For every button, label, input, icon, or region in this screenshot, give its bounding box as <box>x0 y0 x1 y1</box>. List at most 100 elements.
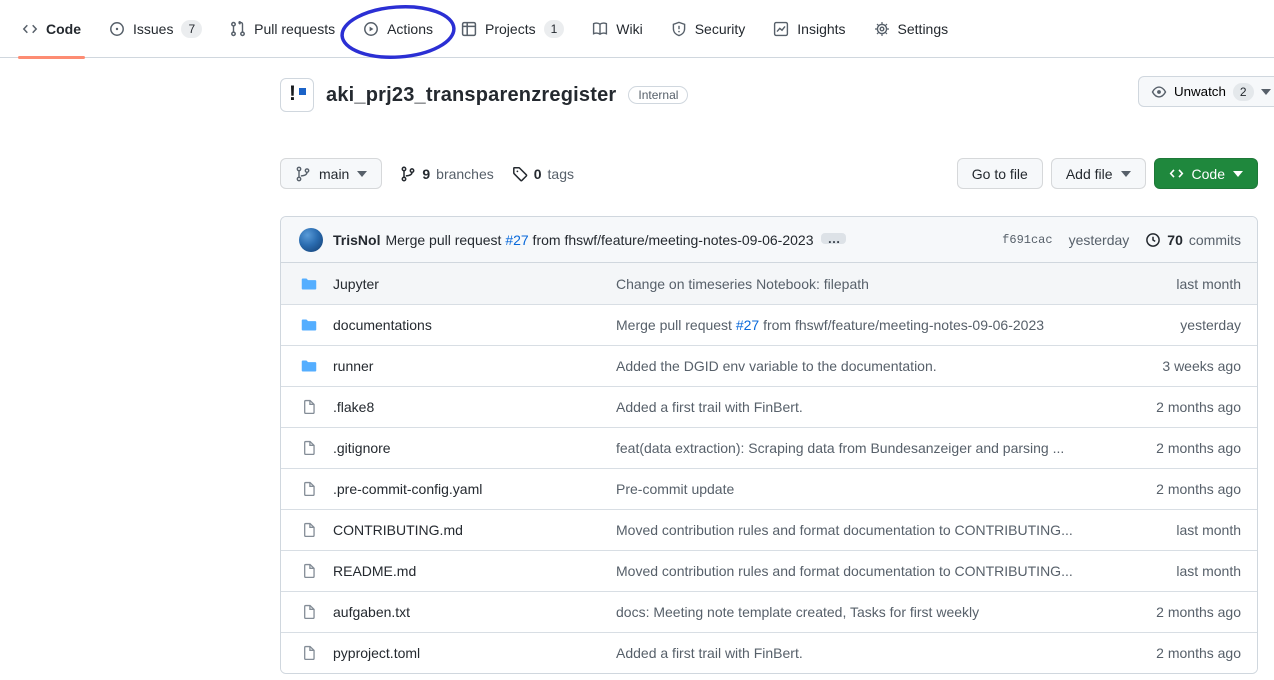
commits-label: commits <box>1189 232 1241 248</box>
chevron-down-icon <box>1261 89 1271 95</box>
file-list-box: TrisNol Merge pull request #27 from fhswf… <box>280 216 1258 674</box>
file-name-link[interactable]: documentations <box>333 317 432 333</box>
file-row: aufgaben.txt docs: Meeting note template… <box>281 591 1257 632</box>
tab-insights[interactable]: Insights <box>763 0 855 57</box>
pr-link[interactable]: #27 <box>505 232 528 248</box>
file-name-link[interactable]: Jupyter <box>333 276 379 292</box>
file-icon <box>301 563 317 579</box>
tab-security[interactable]: Security <box>661 0 756 57</box>
tab-label: Settings <box>898 21 949 37</box>
file-name-link[interactable]: pyproject.toml <box>333 645 420 661</box>
tab-wiki[interactable]: Wiki <box>582 0 652 57</box>
tab-pull-requests[interactable]: Pull requests <box>220 0 345 57</box>
folder-icon <box>301 317 317 333</box>
pr-link[interactable]: #27 <box>736 317 759 333</box>
tab-settings[interactable]: Settings <box>864 0 959 57</box>
file-name-link[interactable]: .gitignore <box>333 440 391 456</box>
file-commit-message[interactable]: Moved contribution rules and format docu… <box>616 522 1091 538</box>
commit-history-link[interactable]: 70 commits <box>1145 232 1241 248</box>
file-icon <box>301 645 317 661</box>
tab-label: Actions <box>387 21 433 37</box>
tags-count: 0 <box>534 166 542 182</box>
file-commit-message[interactable]: Moved contribution rules and format docu… <box>616 563 1091 579</box>
add-file-button[interactable]: Add file <box>1051 158 1146 189</box>
file-commit-message[interactable]: Added a first trail with FinBert. <box>616 645 1091 661</box>
file-icon <box>301 481 317 497</box>
folder-icon <box>301 358 317 374</box>
file-commit-age[interactable]: last month <box>1091 276 1241 292</box>
latest-commit-message: TrisNol Merge pull request #27 from fhswf… <box>333 232 846 248</box>
file-commit-age[interactable]: 3 weeks ago <box>1091 358 1241 374</box>
branches-count: 9 <box>422 166 430 182</box>
commit-description-toggle[interactable]: … <box>821 233 846 244</box>
file-commit-age[interactable]: last month <box>1091 563 1241 579</box>
file-commit-age[interactable]: last month <box>1091 522 1241 538</box>
gear-icon <box>874 21 890 37</box>
history-icon <box>1145 232 1161 248</box>
chevron-down-icon <box>1233 171 1243 177</box>
table-icon <box>461 21 477 37</box>
file-commit-message[interactable]: Pre-commit update <box>616 481 1091 497</box>
file-commit-age[interactable]: 2 months ago <box>1091 399 1241 415</box>
shield-icon <box>671 21 687 37</box>
tab-projects[interactable]: Projects 1 <box>451 0 574 57</box>
tags-link[interactable]: 0 tags <box>512 166 574 182</box>
tab-issues[interactable]: Issues 7 <box>99 0 212 57</box>
code-button-label: Code <box>1192 166 1225 182</box>
tab-actions[interactable]: Actions <box>353 0 443 57</box>
file-commit-age[interactable]: 2 months ago <box>1091 645 1241 661</box>
file-row: Jupyter Change on timeseries Notebook: f… <box>281 263 1257 304</box>
file-name-link[interactable]: runner <box>333 358 373 374</box>
projects-count-badge: 1 <box>544 20 565 38</box>
commit-author-avatar[interactable] <box>299 228 323 252</box>
file-icon <box>301 399 317 415</box>
repo-title[interactable]: aki_prj23_transparenzregister <box>326 84 616 107</box>
folder-icon <box>301 276 317 292</box>
commit-message-text[interactable]: Merge pull request #27 from fhswf/featur… <box>385 232 813 248</box>
latest-commit-bar: TrisNol Merge pull request #27 from fhswf… <box>281 217 1257 263</box>
tab-code[interactable]: Code <box>12 0 91 57</box>
tab-label: Pull requests <box>254 21 335 37</box>
branches-link[interactable]: 9 branches <box>400 166 493 182</box>
file-commit-age[interactable]: yesterday <box>1091 317 1241 333</box>
file-row: .gitignore feat(data extraction): Scrapi… <box>281 427 1257 468</box>
repo-nav: Code Issues 7 Pull requests Actions Proj… <box>0 0 1274 58</box>
file-navigation-toolbar: main 9 branches 0 tags Go to file Add fi… <box>280 158 1258 189</box>
git-branch-icon <box>400 166 416 182</box>
play-icon <box>363 21 379 37</box>
git-branch-icon <box>295 166 311 182</box>
file-icon <box>301 522 317 538</box>
file-name-link[interactable]: .flake8 <box>333 399 374 415</box>
file-commit-message[interactable]: Added a first trail with FinBert. <box>616 399 1091 415</box>
file-commit-age[interactable]: 2 months ago <box>1091 440 1241 456</box>
file-row: .pre-commit-config.yaml Pre-commit updat… <box>281 468 1257 509</box>
tab-label: Security <box>695 21 746 37</box>
file-icon <box>301 440 317 456</box>
file-commit-age[interactable]: 2 months ago <box>1091 481 1241 497</box>
commit-hash-link[interactable]: f691cac <box>1002 233 1052 247</box>
chevron-down-icon <box>1121 171 1131 177</box>
file-commit-age[interactable]: 2 months ago <box>1091 604 1241 620</box>
file-table: Jupyter Change on timeseries Notebook: f… <box>281 263 1257 673</box>
code-icon <box>1169 166 1184 181</box>
file-commit-message[interactable]: Merge pull request #27 from fhswf/featur… <box>616 317 1091 333</box>
commit-time-link[interactable]: yesterday <box>1069 232 1130 248</box>
repo-header: ! aki_prj23_transparenzregister Internal <box>280 75 1258 115</box>
branch-selector-button[interactable]: main <box>280 158 382 189</box>
tags-label: tags <box>548 166 574 182</box>
file-commit-message[interactable]: feat(data extraction): Scraping data fro… <box>616 440 1091 456</box>
tab-label: Wiki <box>616 21 642 37</box>
file-name-link[interactable]: aufgaben.txt <box>333 604 410 620</box>
file-name-link[interactable]: README.md <box>333 563 416 579</box>
file-commit-message[interactable]: Added the DGID env variable to the docum… <box>616 358 1091 374</box>
file-row: README.md Moved contribution rules and f… <box>281 550 1257 591</box>
file-commit-message[interactable]: docs: Meeting note template created, Tas… <box>616 604 1091 620</box>
go-to-file-button[interactable]: Go to file <box>957 158 1043 189</box>
branches-label: branches <box>436 166 494 182</box>
code-button[interactable]: Code <box>1154 158 1258 189</box>
file-commit-message[interactable]: Change on timeseries Notebook: filepath <box>616 276 1091 292</box>
file-name-link[interactable]: CONTRIBUTING.md <box>333 522 463 538</box>
file-name-link[interactable]: .pre-commit-config.yaml <box>333 481 482 497</box>
git-pull-request-icon <box>230 21 246 37</box>
commit-author-link[interactable]: TrisNol <box>333 232 380 248</box>
